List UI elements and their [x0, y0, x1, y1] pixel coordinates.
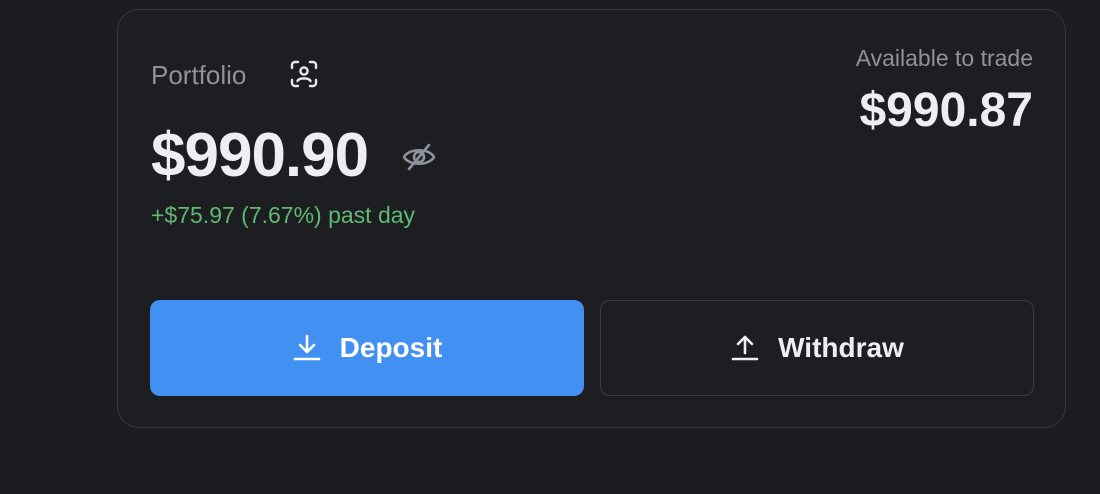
- portfolio-label: Portfolio: [151, 60, 247, 90]
- withdraw-label: Withdraw: [778, 332, 904, 363]
- portfolio-card: Portfolio $990.90 +$75.97 (7.67%) past d…: [117, 9, 1066, 428]
- available-to-trade-value: $990.87: [859, 84, 1033, 137]
- deposit-label: Deposit: [339, 332, 443, 363]
- portfolio-balance: $990.90: [151, 121, 369, 190]
- available-to-trade-label: Available to trade: [855, 45, 1033, 71]
- download-icon: [292, 333, 322, 363]
- profile-scan-icon[interactable]: [289, 59, 319, 89]
- deposit-button[interactable]: Deposit: [150, 300, 584, 396]
- upload-icon: [730, 333, 760, 363]
- eye-slash-icon[interactable]: [401, 139, 437, 175]
- page: Portfolio $990.90 +$75.97 (7.67%) past d…: [0, 0, 1100, 494]
- portfolio-change: +$75.97 (7.67%) past day: [151, 202, 416, 228]
- withdraw-button[interactable]: Withdraw: [600, 300, 1034, 396]
